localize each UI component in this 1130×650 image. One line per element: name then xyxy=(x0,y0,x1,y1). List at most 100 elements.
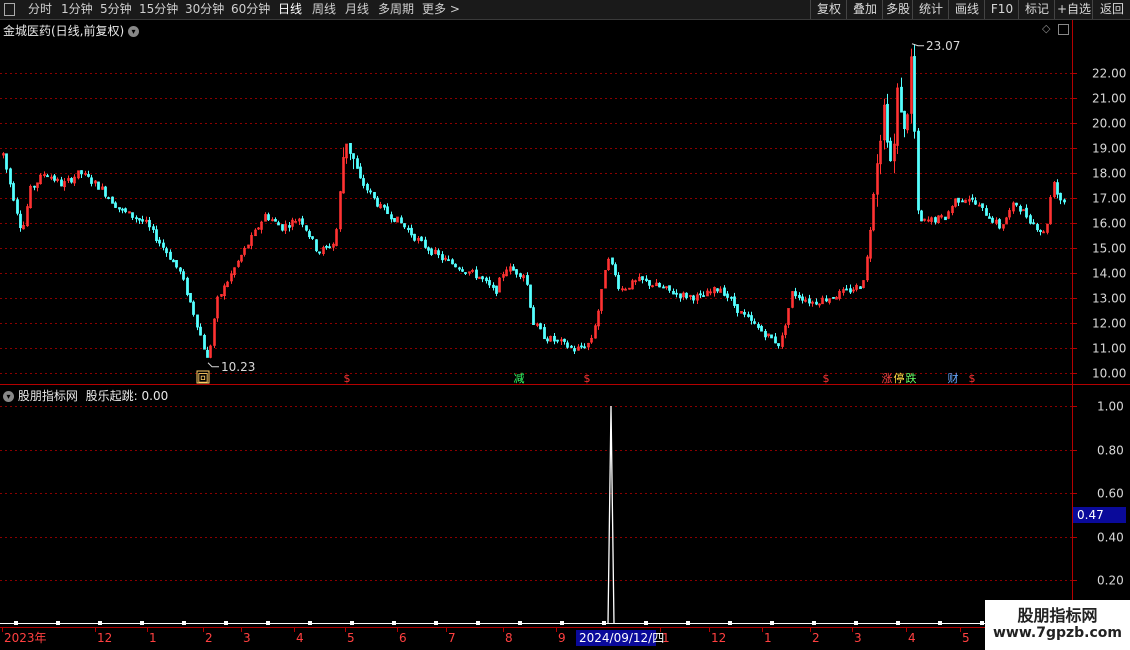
add-watchlist-button[interactable]: +自选 xyxy=(1054,0,1093,19)
time-label: 12 xyxy=(97,631,112,645)
candle-body xyxy=(1015,202,1018,206)
adjust-button[interactable]: 复权 xyxy=(810,0,847,19)
candle-body xyxy=(175,260,178,268)
period-tab-30min[interactable]: 30分钟 xyxy=(185,0,224,19)
candle-body xyxy=(852,289,855,292)
candle-body xyxy=(808,298,811,304)
back-button[interactable]: 返回 xyxy=(1092,0,1130,19)
candle-body xyxy=(767,333,770,337)
candle-body xyxy=(903,110,906,130)
mark-button[interactable]: 标记 xyxy=(1018,0,1055,19)
candle-body xyxy=(876,163,879,195)
candle-body xyxy=(641,276,644,281)
chevron-down-icon[interactable]: ▾ xyxy=(128,26,140,37)
candle-body xyxy=(675,292,678,295)
indicator-baseline-dot xyxy=(266,621,270,625)
candle-body xyxy=(305,225,308,231)
candle-body xyxy=(937,215,940,223)
candle-body xyxy=(709,291,712,294)
multi-stock-button[interactable]: 多股 xyxy=(882,0,913,19)
candle-body xyxy=(832,297,835,299)
candle-body xyxy=(12,183,15,201)
candle-body xyxy=(424,239,427,248)
statistics-button[interactable]: 统计 xyxy=(912,0,949,19)
chevron-down-icon[interactable]: ▾ xyxy=(3,391,14,402)
candle-body xyxy=(121,208,124,211)
candle-body xyxy=(944,216,947,221)
time-label: 3 xyxy=(243,631,251,645)
candle-body xyxy=(828,298,831,303)
candle-body xyxy=(866,256,869,281)
candle-body xyxy=(777,343,780,347)
indicator-baseline-dot xyxy=(98,621,102,625)
indicator-spike xyxy=(607,405,615,625)
candle-body xyxy=(373,192,376,199)
indicator-baseline-dot xyxy=(980,621,984,625)
diamond-icon[interactable]: ◇ xyxy=(1042,22,1050,35)
candle-body xyxy=(961,200,964,203)
candle-body xyxy=(36,182,39,188)
candle-body xyxy=(624,288,627,291)
price-chart[interactable]: 22.0021.0020.0019.0018.0017.0016.0015.00… xyxy=(0,0,1130,650)
candle-body xyxy=(46,175,49,178)
candle-body xyxy=(964,199,967,203)
candle-body xyxy=(148,219,151,228)
candle-body xyxy=(407,227,410,231)
candle-body xyxy=(1025,207,1028,218)
panel-toggle-icon[interactable] xyxy=(1057,23,1069,35)
candle-body xyxy=(281,224,284,231)
candle-body xyxy=(118,207,121,210)
f10-button[interactable]: F10 xyxy=(984,0,1019,19)
candle-body xyxy=(284,224,287,231)
candle-body xyxy=(974,200,977,205)
period-tab-60min[interactable]: 60分钟 xyxy=(231,0,270,19)
overlay-button[interactable]: 叠加 xyxy=(846,0,883,19)
candle-body xyxy=(454,263,457,268)
candle-body xyxy=(138,218,141,221)
indicator-label: 0.20 xyxy=(1097,574,1124,588)
candle-body xyxy=(896,87,899,146)
candle-body xyxy=(56,178,59,181)
indicator-baseline-dot xyxy=(308,621,312,625)
period-tab-daily[interactable]: 日线 xyxy=(278,0,302,19)
indicator-baseline-dot xyxy=(728,621,732,625)
drawing-button[interactable]: 画线 xyxy=(948,0,985,19)
candle-body xyxy=(614,264,617,276)
period-tab-weekly[interactable]: 周线 xyxy=(312,0,336,19)
price-label: 14.00 xyxy=(1092,267,1126,281)
candle-body xyxy=(186,277,189,295)
period-tab-more[interactable]: 更多 > xyxy=(422,0,460,19)
period-tab-5min[interactable]: 5分钟 xyxy=(100,0,132,19)
candle-body xyxy=(209,345,212,358)
candle-body xyxy=(104,186,107,197)
candle-body xyxy=(362,178,365,186)
period-tab-1min[interactable]: 1分钟 xyxy=(61,0,93,19)
candle-body xyxy=(213,318,216,346)
indicator-label: 0.80 xyxy=(1097,444,1124,458)
candle-body xyxy=(968,199,971,202)
candle-body xyxy=(60,179,63,187)
candle-body xyxy=(845,288,848,291)
period-tab-15min[interactable]: 15分钟 xyxy=(139,0,178,19)
candle-body xyxy=(413,233,416,241)
period-tab-multi[interactable]: 多周期 xyxy=(378,0,414,19)
candle-body xyxy=(665,286,668,289)
candle-body xyxy=(750,315,753,321)
event-marker: 停 xyxy=(894,371,905,385)
candle-body xyxy=(495,285,498,294)
candle-body xyxy=(900,86,903,113)
candle-body xyxy=(216,296,219,319)
indicator-baseline-dot xyxy=(56,621,60,625)
time-label: 2 xyxy=(205,631,213,645)
candle-body xyxy=(991,217,994,223)
time-label: 1 xyxy=(662,631,670,645)
candle-body xyxy=(26,206,29,227)
candle-body xyxy=(849,288,852,293)
candle-body xyxy=(917,130,920,211)
period-tab-intraday[interactable]: 分时 xyxy=(28,0,52,19)
period-tab-monthly[interactable]: 月线 xyxy=(345,0,369,19)
menu-icon[interactable] xyxy=(4,3,15,16)
candle-body xyxy=(838,291,841,299)
price-label: 22.00 xyxy=(1092,67,1126,81)
candle-body xyxy=(685,292,688,299)
